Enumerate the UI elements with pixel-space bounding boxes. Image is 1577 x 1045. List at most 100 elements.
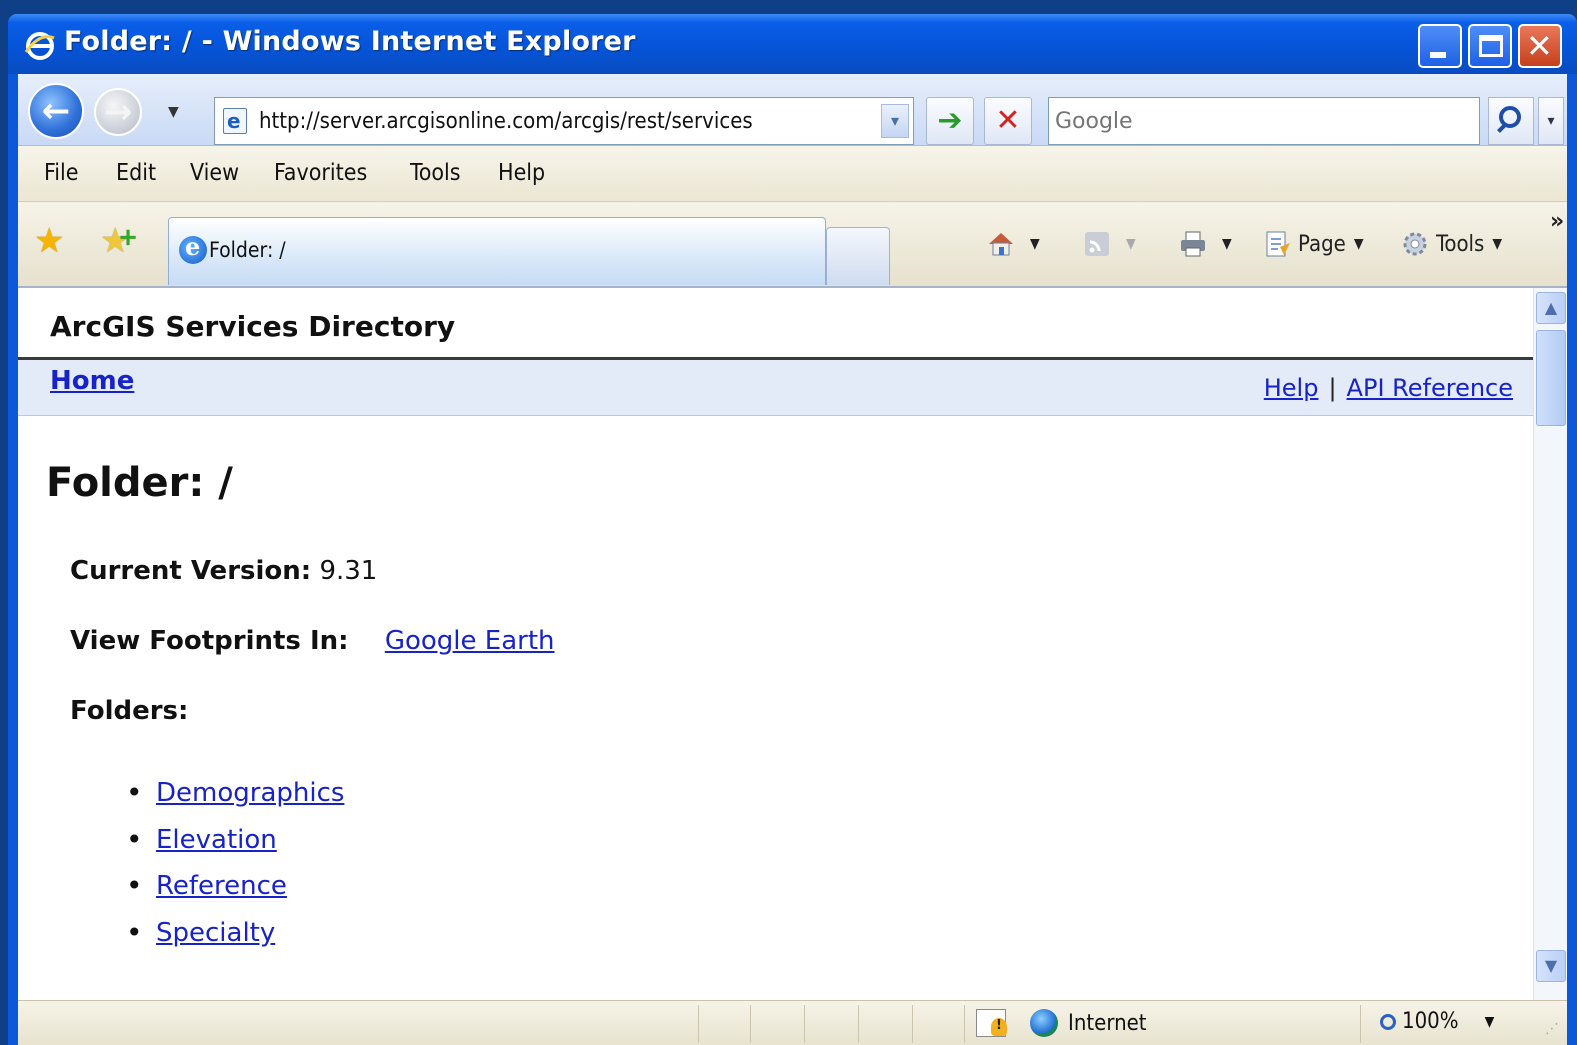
favorites-center-icon[interactable]: ★ [34, 221, 64, 261]
folder-link-reference[interactable]: Reference [156, 871, 287, 901]
list-item: Reference [126, 869, 344, 918]
page-content: ArcGIS Services Directory Home Help | API … [18, 288, 1533, 1000]
current-version-row: Current Version: 9.31 [70, 556, 377, 586]
browser-window: Folder: / - Windows Internet Explorer ✕ … [8, 14, 1577, 1045]
page-header: ArcGIS Services Directory [18, 288, 1533, 360]
scroll-down-button[interactable]: ▼ [1536, 950, 1566, 982]
help-link[interactable]: Help [1264, 374, 1319, 402]
status-pane [964, 1005, 965, 1043]
globe-icon [1030, 1009, 1058, 1037]
zoom-control[interactable]: 100% ▼ [1380, 1009, 1494, 1034]
status-pane [912, 1005, 913, 1043]
minimize-icon [1430, 52, 1446, 58]
tools-menu-label: Tools [1436, 231, 1485, 257]
gear-icon [1403, 232, 1427, 256]
menu-view[interactable]: View [190, 160, 239, 186]
page-menu-button[interactable]: Page ▼ [1262, 229, 1364, 259]
rss-feed-icon [1085, 232, 1109, 256]
folder-link-specialty[interactable]: Specialty [156, 918, 275, 948]
ie-page-icon [179, 232, 207, 264]
window-title: Folder: / - Windows Internet Explorer [64, 26, 636, 57]
feeds-button[interactable]: ▼ [1082, 229, 1136, 259]
menu-help[interactable]: Help [498, 160, 545, 186]
close-button[interactable]: ✕ [1518, 24, 1562, 68]
vertical-scrollbar[interactable]: ▲ ▼ [1533, 288, 1567, 1000]
address-input[interactable]: http://server.arcgisonline.com/arcgis/re… [259, 109, 753, 134]
recent-pages-dropdown[interactable]: ▼ [168, 104, 179, 120]
scroll-thumb[interactable] [1536, 330, 1566, 426]
print-dropdown-icon[interactable]: ▼ [1222, 236, 1232, 252]
help-links: Help | API Reference [1264, 374, 1513, 402]
zoom-icon [1380, 1013, 1396, 1030]
zoom-level: 100% [1402, 1009, 1459, 1034]
page-nav-bar: Home Help | API Reference [18, 360, 1533, 416]
search-button[interactable] [1488, 97, 1534, 145]
status-pane [858, 1005, 859, 1043]
home-dropdown-icon[interactable]: ▼ [1030, 236, 1040, 252]
minimize-button[interactable] [1418, 24, 1462, 68]
go-button[interactable]: ➔ [926, 97, 974, 145]
list-item: Demographics [126, 776, 344, 825]
menu-file[interactable]: File [44, 160, 78, 186]
status-pane [750, 1005, 751, 1043]
scroll-up-button[interactable]: ▲ [1536, 292, 1566, 324]
print-button[interactable]: ▼ [1178, 229, 1232, 259]
home-icon [989, 233, 1013, 256]
status-bar: Internet 100% ▼ ⋰ [18, 1000, 1567, 1045]
menu-tools[interactable]: Tools [410, 160, 461, 186]
view-footprints-row: View Footprints In: Google Earth [70, 626, 555, 656]
view-footprints-label: View Footprints In: [70, 626, 349, 656]
page-icon [1266, 231, 1290, 257]
menu-favorites[interactable]: Favorites [274, 160, 367, 186]
address-dropdown-button[interactable]: ▾ [881, 104, 909, 138]
page-dropdown-icon: ▼ [1353, 236, 1364, 252]
command-overflow-icon[interactable]: » [1550, 209, 1564, 234]
api-reference-link[interactable]: API Reference [1347, 374, 1513, 402]
tab-active[interactable]: Folder: / [168, 217, 826, 285]
browser-chrome: ← → ▼ e http://server.arcgisonline.com/a… [18, 74, 1567, 288]
folders-heading: Folders: [70, 696, 189, 726]
search-options-dropdown[interactable]: ▾ [1538, 97, 1564, 145]
tab-bar: ★ ★+ Folder: / ▼ ▼ ▼ Page ▼ [18, 203, 1567, 288]
search-box[interactable] [1048, 97, 1480, 145]
list-item: Elevation [126, 823, 344, 872]
tools-menu-button[interactable]: Tools ▼ [1400, 229, 1502, 259]
maximize-button[interactable] [1468, 24, 1512, 68]
add-to-favorites-icon[interactable]: ★ + [100, 221, 138, 261]
forward-button[interactable]: → [94, 88, 142, 136]
security-zone[interactable]: Internet [1030, 1009, 1147, 1037]
ie-logo-icon [24, 32, 55, 60]
list-item: Specialty [126, 916, 344, 965]
menu-edit[interactable]: Edit [116, 160, 156, 186]
search-input[interactable] [1055, 106, 1465, 136]
back-button[interactable]: ← [28, 83, 84, 139]
search-icon-handle [1497, 123, 1507, 133]
print-icon [1181, 231, 1205, 257]
status-pane [698, 1005, 699, 1043]
status-pane [804, 1005, 805, 1043]
resize-grip-icon[interactable]: ⋰ [1545, 1021, 1559, 1037]
tab-label: Folder: / [209, 238, 286, 262]
google-earth-link[interactable]: Google Earth [385, 626, 555, 656]
folders-list: Demographics Elevation Reference Special… [126, 776, 344, 965]
zoom-dropdown-icon: ▼ [1484, 1013, 1495, 1030]
new-tab-button[interactable] [826, 227, 890, 285]
forward-arrow-icon: → [103, 92, 133, 132]
protected-mode-icon[interactable] [976, 1009, 1007, 1037]
folder-link-elevation[interactable]: Elevation [156, 825, 277, 855]
title-bar[interactable]: Folder: / - Windows Internet Explorer ✕ [8, 14, 1577, 74]
feeds-dropdown-icon[interactable]: ▼ [1126, 236, 1136, 252]
directory-title: ArcGIS Services Directory [50, 310, 456, 343]
page-title: Folder: / [46, 460, 233, 506]
stop-button[interactable]: ✕ [984, 97, 1032, 145]
home-button[interactable]: ▼ [986, 229, 1040, 259]
folder-link-demographics[interactable]: Demographics [156, 778, 344, 808]
home-link[interactable]: Home [50, 366, 134, 396]
nav-separator: | [1328, 374, 1337, 402]
address-bar[interactable]: e http://server.arcgisonline.com/arcgis/… [214, 97, 914, 145]
menu-bar: File Edit View Favorites Tools Help [18, 146, 1567, 202]
back-arrow-icon: ← [41, 91, 71, 131]
current-version-label: Current Version: [70, 556, 312, 586]
folders-heading-row: Folders: [70, 696, 188, 726]
navigation-bar: ← → ▼ e http://server.arcgisonline.com/a… [18, 74, 1567, 146]
